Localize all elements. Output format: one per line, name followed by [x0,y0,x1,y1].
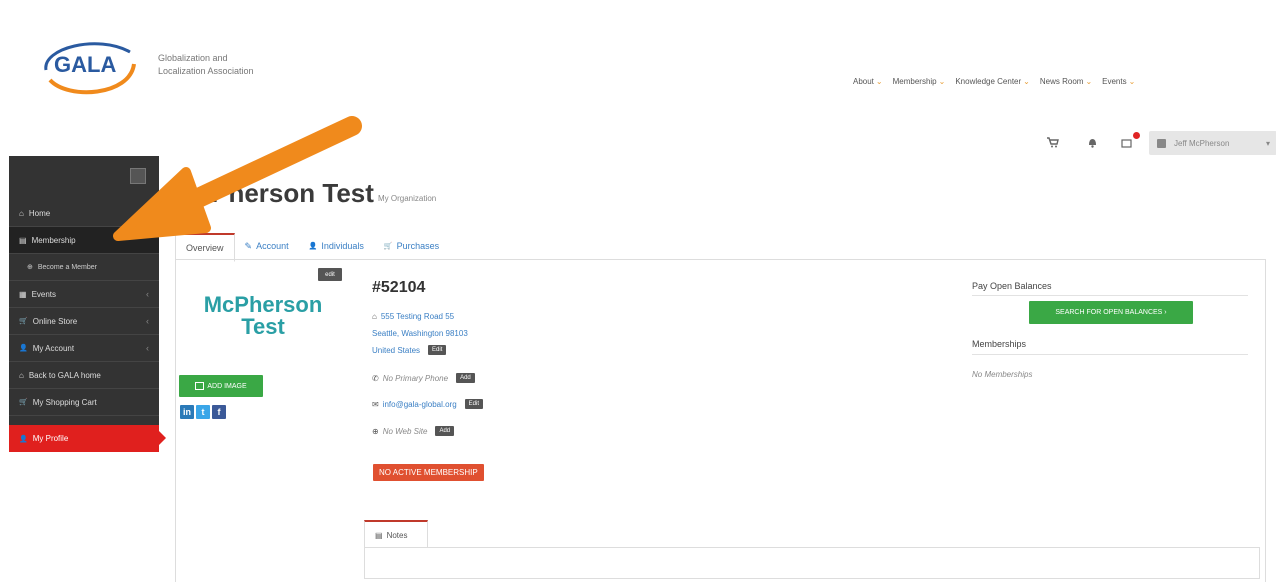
logo-line2: Test [241,314,285,339]
user-menu-button[interactable]: Jeff McPherson ▾ [1149,131,1276,155]
membership-icon: ▤ [19,235,27,245]
cart-icon: 🛒 [383,243,393,250]
membership-status-badge: NO ACTIVE MEMBERSHIP [373,464,484,481]
divider [972,354,1248,355]
bell-icon[interactable] [1088,137,1097,151]
phone-text: No Primary Phone [382,373,449,383]
email-link[interactable]: info@gala-global.org [383,400,457,409]
gala-logo[interactable]: GALA [38,34,142,98]
address-line2[interactable]: Seattle, Washington 98103 [372,329,468,338]
logo-line1: McPherson [203,292,323,317]
phone-row: ✆ No Primary Phone Add [372,373,475,383]
chevron-down-icon: ⌄ [875,77,883,86]
search-open-balances-button[interactable]: SEARCH FOR OPEN BALANCES › [1029,301,1193,324]
chevron-left-icon: ‹ [146,316,149,326]
add-image-button[interactable]: ADD IMAGE [179,375,263,397]
sidebar-item-label: Home [28,208,51,218]
tagline-line1: Globalization and [158,53,228,63]
chevron-down-icon: ⌄ [1023,77,1030,86]
sidebar-item-label: Online Store [32,316,78,326]
chevron-left-icon: ‹ [146,343,149,353]
edit-address-button[interactable]: Edit [428,345,447,355]
cart-icon: 🛒 [19,399,28,406]
notification-badge [1133,132,1140,139]
user-icon: 👤 [19,435,28,443]
logo-text: GALA [54,52,116,77]
organization-number: #52104 [372,279,426,296]
globe-icon: ⊕ [372,426,379,436]
linkedin-icon[interactable]: in [180,405,194,419]
sidebar-item-label: Back to GALA home [28,370,101,380]
page-subtitle: My Organization [378,194,437,203]
calendar-icon: ▦ [19,289,27,299]
website-text: No Web Site [382,426,428,436]
address-line3[interactable]: United States [372,346,420,355]
home-icon: ⌂ [19,208,24,218]
sidebar-item-label: Become a Member [37,263,98,271]
email-row: ✉ info@gala-global.org Edit [372,399,483,409]
pay-open-balances-heading: Pay Open Balances [972,281,1052,291]
home-icon: ⌂ [372,312,377,321]
sidebar-item-label: Membership [31,235,76,245]
cart-icon: 🛒 [19,318,28,325]
chevron-down-icon: ⌄ [938,77,946,86]
divider [972,295,1248,296]
sidebar-item-label: Events [31,289,57,299]
user-icon [1157,138,1166,148]
tab-purchases[interactable]: 🛒 Purchases [374,233,449,259]
user-icon: 👤 [19,345,28,352]
chevron-down-icon: ⌄ [1128,77,1136,86]
sidebar-item-events[interactable]: ▦ Events ‹ [9,281,159,308]
logo-tagline: Globalization and Localization Associati… [158,52,288,78]
address-line2-row: Seattle, Washington 98103 [372,329,468,338]
edit-logo-button[interactable]: edit [318,268,342,281]
nav-about[interactable]: About ⌄ [853,77,883,86]
tagline-line2: Localization Association [158,66,254,76]
plus-circle-icon: ⊕ [27,264,33,271]
notes-tab-label: Notes [386,530,408,540]
image-icon [195,382,205,390]
twitter-icon[interactable]: t [196,405,210,419]
home-icon: ⌂ [19,370,24,380]
sidebar-item-my-profile[interactable]: 👤 My Profile [9,425,166,452]
add-image-label: ADD IMAGE [207,382,247,390]
email-icon: ✉ [372,399,379,409]
top-nav: About ⌄ Membership ⌄ Knowledge Center ⌄ New… [853,77,1135,86]
nav-knowledge-center[interactable]: Knowledge Center ⌄ [955,77,1030,86]
sidebar-item-shopping-cart[interactable]: 🛒 My Shopping Cart [9,389,159,416]
organization-logo: McPherson Test [188,294,338,338]
sidebar-item-label: My Shopping Cart [32,397,97,407]
website-row: ⊕ No Web Site Add [372,426,455,436]
address-line3-row: United States Edit [372,345,447,355]
tab-label: Purchases [396,241,440,251]
address-line1[interactable]: 555 Testing Road 55 [381,312,454,321]
user-name: Jeff McPherson [1174,138,1230,148]
facebook-icon[interactable]: f [212,405,226,419]
memberships-heading: Memberships [972,339,1027,349]
address-line1-row: ⌂ 555 Testing Road 55 [372,312,454,321]
tab-notes[interactable]: ▤ Notes [364,520,428,548]
nav-events[interactable]: Events ⌄ [1102,77,1135,86]
sidebar-item-my-account[interactable]: 👤 My Account ‹ [9,335,159,362]
sidebar-item-back-to-gala[interactable]: ⌂ Back to GALA home [9,362,159,389]
nav-news-room[interactable]: News Room ⌄ [1040,77,1092,86]
cart-icon[interactable] [1047,137,1059,151]
notifications-icon[interactable] [1121,137,1133,151]
document-icon: ▤ [375,530,383,540]
sidebar-item-label: My Profile [32,434,69,443]
annotation-arrow [100,112,370,267]
phone-icon: ✆ [372,373,379,383]
no-memberships-text: No Memberships [972,370,1033,379]
chevron-left-icon: ‹ [146,289,149,299]
notes-panel [364,547,1260,579]
sidebar-item-label: My Account [32,343,75,353]
edit-email-button[interactable]: Edit [464,399,483,409]
add-website-button[interactable]: Add [435,426,455,436]
chevron-down-icon: ▾ [1265,138,1270,148]
chevron-down-icon: ⌄ [1085,77,1093,86]
nav-membership[interactable]: Membership ⌄ [893,77,946,86]
add-phone-button[interactable]: Add [456,373,475,383]
sidebar-item-online-store[interactable]: 🛒 Online Store ‹ [9,308,159,335]
